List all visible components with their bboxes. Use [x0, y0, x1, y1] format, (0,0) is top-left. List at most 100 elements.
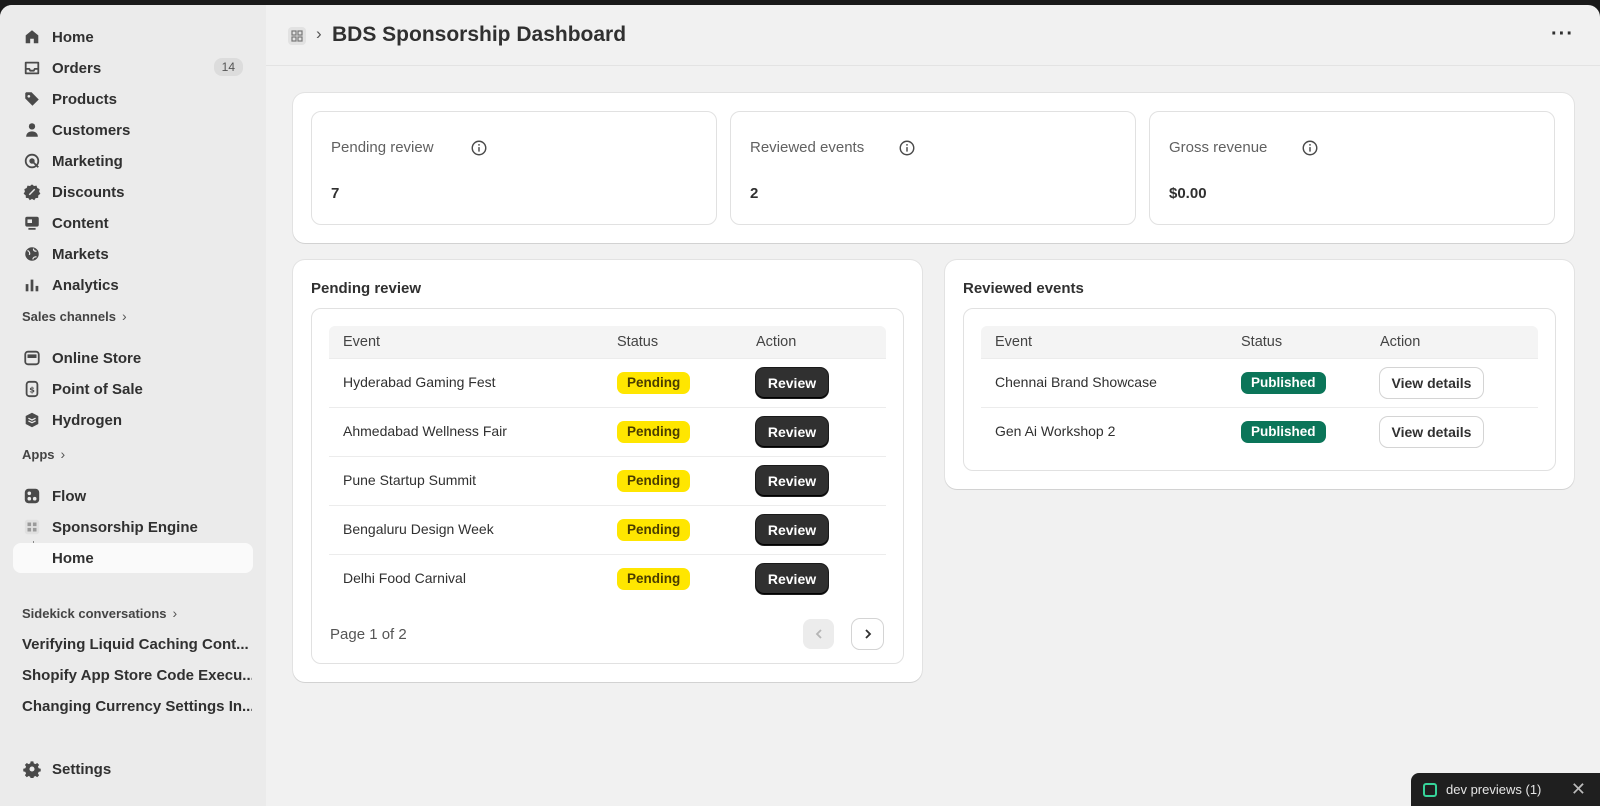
- sidebar-item-label: Customers: [52, 121, 131, 139]
- sidebar-item-analytics[interactable]: Analytics: [13, 270, 253, 300]
- sidebar-item-label: Marketing: [52, 152, 123, 170]
- review-button[interactable]: Review: [756, 417, 828, 447]
- table-row: Ahmedabad Wellness Fair Pending Review: [329, 407, 886, 456]
- globe-icon: [23, 245, 41, 263]
- column-header: Event: [343, 334, 381, 350]
- sidebar-item-label: Markets: [52, 245, 109, 263]
- sidebar-item-hydrogen[interactable]: Hydrogen: [13, 405, 253, 435]
- sidebar-item-app-home[interactable]: Home: [13, 543, 253, 573]
- sidebar-item-home[interactable]: Home: [13, 22, 253, 52]
- review-button[interactable]: Review: [756, 564, 828, 594]
- hydrogen-icon: [23, 411, 41, 429]
- conversation-item[interactable]: Shopify App Store Code Execu...: [22, 667, 252, 684]
- sidebar-item-customers[interactable]: Customers: [13, 115, 253, 145]
- review-button[interactable]: Review: [756, 368, 828, 398]
- sidebar-item-online-store[interactable]: Online Store: [13, 343, 253, 373]
- sidebar-item-label: Online Store: [52, 349, 142, 367]
- sidebar-item-products[interactable]: Products: [13, 84, 253, 114]
- inbox-icon: [23, 59, 41, 77]
- event-name: Hyderabad Gaming Fest: [343, 374, 496, 390]
- status-badge: Pending: [617, 568, 691, 590]
- metrics-card: Pending review 7 Reviewed events 2 Gross…: [293, 93, 1574, 243]
- chevron-right-icon: ›: [121, 308, 127, 324]
- sidebar-item-label: Point of Sale: [52, 380, 143, 398]
- metric-value: $0.00: [1169, 185, 1207, 202]
- status-badge: Pending: [617, 372, 691, 394]
- table-row: Bengaluru Design Week Pending Review: [329, 505, 886, 554]
- sidebar-item-markets[interactable]: Markets: [13, 239, 253, 269]
- event-name: Bengaluru Design Week: [343, 521, 494, 537]
- metric-label: Pending review: [331, 139, 434, 156]
- card-title: Pending review: [311, 280, 422, 297]
- close-icon[interactable]: ✕: [1571, 779, 1586, 800]
- sidebar-item-discounts[interactable]: Discounts: [13, 177, 253, 207]
- svg-text:$: $: [29, 385, 35, 395]
- table-row: Pune Startup Summit Pending Review: [329, 456, 886, 505]
- sidebar: Home Orders 14 Products Customers Market…: [0, 5, 266, 806]
- sidebar-item-settings[interactable]: Settings: [13, 754, 253, 784]
- home-icon: [23, 28, 41, 46]
- status-badge: Published: [1241, 421, 1326, 443]
- pos-icon: $: [23, 380, 41, 398]
- sidebar-item-label: Analytics: [52, 276, 119, 294]
- chevron-right-icon: ›: [60, 446, 66, 462]
- dev-previews-bar[interactable]: dev previews (1) ✕: [1411, 773, 1600, 806]
- pending-review-card: Pending review Event Status Action Hyder…: [293, 260, 922, 682]
- info-icon[interactable]: [1301, 139, 1319, 157]
- sales-channels-header[interactable]: Sales channels ›: [22, 308, 127, 324]
- metric-label: Gross revenue: [1169, 139, 1268, 156]
- sidebar-item-orders[interactable]: Orders 14: [13, 53, 253, 83]
- sidebar-item-marketing[interactable]: Marketing: [13, 146, 253, 176]
- metric-reviewed-events: Reviewed events 2: [730, 111, 1136, 225]
- previous-page-button[interactable]: [803, 619, 834, 649]
- dev-previews-label: dev previews (1): [1446, 782, 1542, 797]
- sidekick-header[interactable]: Sidekick conversations ›: [22, 605, 177, 621]
- table-row: Chennai Brand Showcase Published View de…: [981, 358, 1538, 407]
- app-grid-icon[interactable]: [288, 27, 306, 45]
- table-row: Gen Ai Workshop 2 Published View details: [981, 407, 1538, 456]
- sidebar-item-label: Content: [52, 214, 109, 232]
- status-badge: Pending: [617, 470, 691, 492]
- sidebar-item-sponsorship-engine[interactable]: Sponsorship Engine: [13, 512, 253, 542]
- discount-icon: [23, 183, 41, 201]
- event-name: Delhi Food Carnival: [343, 570, 466, 586]
- metric-pending-review: Pending review 7: [311, 111, 717, 225]
- metric-value: 2: [750, 185, 759, 202]
- review-button[interactable]: Review: [756, 515, 828, 545]
- store-icon: [23, 349, 41, 367]
- preview-icon: [1423, 783, 1437, 797]
- info-icon[interactable]: [898, 139, 916, 157]
- conversation-item[interactable]: Changing Currency Settings In...: [22, 698, 252, 715]
- more-actions-button[interactable]: ···: [1551, 23, 1574, 46]
- sidebar-item-label: Products: [52, 90, 118, 108]
- view-details-button[interactable]: View details: [1380, 417, 1483, 447]
- conversation-item[interactable]: Verifying Liquid Caching Cont...: [22, 636, 252, 653]
- table-header: Event Status Action: [981, 326, 1538, 358]
- card-title: Reviewed events: [963, 280, 1084, 297]
- app-frame: Home Orders 14 Products Customers Market…: [0, 5, 1600, 806]
- review-button[interactable]: Review: [756, 466, 828, 496]
- reviewed-table-container: Event Status Action Chennai Brand Showca…: [963, 308, 1556, 471]
- event-name: Gen Ai Workshop 2: [995, 423, 1116, 439]
- breadcrumb-separator: ›: [316, 24, 322, 43]
- chevron-right-icon: ›: [172, 605, 178, 621]
- next-page-button[interactable]: [852, 619, 883, 649]
- sidebar-item-flow[interactable]: Flow: [13, 481, 253, 511]
- page-title: BDS Sponsorship Dashboard: [332, 23, 627, 46]
- app-grid-icon: [23, 518, 41, 536]
- column-header: Status: [1241, 334, 1283, 350]
- sidebar-item-point-of-sale[interactable]: $ Point of Sale: [13, 374, 253, 404]
- sidebar-item-label: Sponsorship Engine: [52, 518, 198, 536]
- sidebar-item-label: Hydrogen: [52, 411, 123, 429]
- apps-header[interactable]: Apps ›: [22, 446, 65, 462]
- sidebar-item-label: Discounts: [52, 183, 125, 201]
- sidebar-item-label: Home: [52, 549, 94, 567]
- column-header: Event: [995, 334, 1033, 350]
- sidebar-item-label: Settings: [52, 760, 112, 778]
- chevron-right-icon: [864, 629, 871, 639]
- view-details-button[interactable]: View details: [1380, 368, 1483, 398]
- sidebar-item-content[interactable]: Content: [13, 208, 253, 238]
- info-icon[interactable]: [470, 139, 488, 157]
- status-badge: Pending: [617, 519, 691, 541]
- table-header: Event Status Action: [329, 326, 886, 358]
